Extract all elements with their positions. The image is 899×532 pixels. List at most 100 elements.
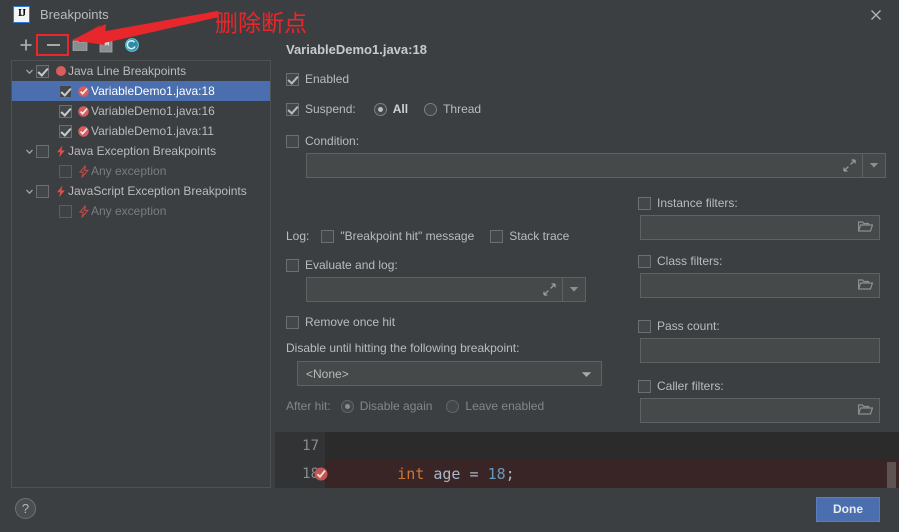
caller-filters-label: Caller filters: (657, 379, 724, 393)
suspend-label: Suspend: (305, 102, 356, 116)
remove-once-hit-row[interactable]: Remove once hit (286, 315, 395, 329)
pass-count-checkbox[interactable] (638, 319, 651, 333)
condition-row[interactable]: Condition: (286, 134, 359, 148)
caller-filters-input[interactable] (640, 398, 880, 423)
breakpoints-tree[interactable]: Java Line Breakpoints VariableDemo1.java… (11, 60, 271, 488)
mute-breakpoints-icon (125, 38, 139, 52)
condition-input[interactable] (306, 153, 886, 178)
tree-item-checkbox[interactable] (59, 204, 72, 218)
tree-item-any-exception-js[interactable]: Any exception (12, 201, 270, 221)
chevron-down-icon (581, 367, 592, 381)
instance-filters-row[interactable]: Instance filters: (638, 196, 738, 210)
tree-group-javascript-exception-breakpoints[interactable]: JavaScript Exception Breakpoints (12, 181, 270, 201)
suspend-thread-label: Thread (443, 102, 482, 116)
remove-once-hit-label: Remove once hit (305, 315, 396, 329)
caller-filters-checkbox[interactable] (638, 379, 651, 393)
tree-group-java-line-breakpoints[interactable]: Java Line Breakpoints (12, 61, 270, 81)
code-preview[interactable]: 17 18 int age = 18; (275, 432, 899, 488)
help-button[interactable]: ? (15, 498, 36, 519)
pass-count-row[interactable]: Pass count: (638, 319, 720, 333)
after-hit-disable-again-radio[interactable] (340, 399, 354, 413)
class-filters-row[interactable]: Class filters: (638, 254, 722, 268)
tree-item-label: VariableDemo1.java:11 (91, 124, 214, 138)
breakpoint-title: VariableDemo1.java:18 (286, 42, 427, 57)
log-stack-trace-label: Stack trace (509, 229, 570, 243)
breakpoints-toolbar (0, 32, 280, 58)
after-hit-row[interactable]: After hit: Disable again Leave enabled (286, 399, 544, 413)
remove-breakpoint-button[interactable] (41, 33, 65, 57)
red-circle-breakpoint-icon (53, 65, 68, 77)
evaluate-and-log-checkbox[interactable] (286, 258, 299, 272)
folder-icon (72, 39, 88, 51)
pass-count-label: Pass count: (657, 319, 720, 333)
tree-item-label: Any exception (91, 164, 167, 178)
group-breakpoints-button[interactable] (68, 33, 92, 57)
expand-editor-icon[interactable] (536, 278, 562, 301)
code-number: 18 (487, 465, 506, 483)
chevron-down-icon[interactable] (22, 141, 36, 161)
breakpoint-details-pane: VariableDemo1.java:18 Enabled Suspend: A… (280, 36, 892, 426)
done-button[interactable]: Done (816, 497, 880, 522)
condition-checkbox[interactable] (286, 134, 299, 148)
add-breakpoint-button[interactable] (14, 33, 38, 57)
tree-item-checkbox[interactable] (59, 104, 72, 118)
tree-group-java-exception-breakpoints[interactable]: Java Exception Breakpoints (12, 141, 270, 161)
instance-filters-input[interactable] (640, 215, 880, 240)
remove-once-hit-checkbox[interactable] (286, 315, 299, 329)
disable-until-value: <None> (306, 366, 349, 381)
folder-icon[interactable] (857, 220, 874, 235)
folder-icon[interactable] (857, 278, 874, 293)
mute-breakpoints-button[interactable] (120, 33, 144, 57)
breakpoints-dialog: IJ Breakpoints Java Line Breakpoints Var… (0, 0, 899, 532)
tree-item-variabledemo1-16[interactable]: VariableDemo1.java:16 (12, 101, 270, 121)
tree-group-checkbox[interactable] (36, 144, 49, 158)
tree-item-checkbox[interactable] (59, 124, 72, 138)
code-operator: = (460, 465, 488, 483)
pass-count-input[interactable] (640, 338, 880, 363)
class-filters-label: Class filters: (657, 254, 723, 268)
log-row[interactable]: Log: "Breakpoint hit" message Stack trac… (286, 229, 569, 243)
tree-group-checkbox[interactable] (36, 184, 49, 198)
expand-editor-icon[interactable] (836, 154, 862, 177)
tree-item-variabledemo1-11[interactable]: VariableDemo1.java:11 (12, 121, 270, 141)
enabled-checkbox[interactable] (286, 72, 299, 86)
close-icon[interactable] (867, 6, 885, 24)
class-filters-checkbox[interactable] (638, 254, 651, 268)
chevron-down-icon (569, 287, 579, 292)
evaluate-and-log-row[interactable]: Evaluate and log: (286, 258, 398, 272)
code-gutter-17: 17 (275, 432, 325, 460)
log-stack-trace-checkbox[interactable] (490, 229, 504, 243)
suspend-thread-radio[interactable] (424, 102, 438, 116)
suspend-checkbox[interactable] (286, 102, 299, 116)
class-filters-input[interactable] (640, 273, 880, 298)
enabled-label: Enabled (305, 72, 350, 86)
suspend-all-radio[interactable] (373, 102, 387, 116)
edit-description-button[interactable] (94, 33, 118, 57)
tree-group-label: Java Exception Breakpoints (68, 144, 217, 158)
tree-item-variabledemo1-18[interactable]: VariableDemo1.java:18 (12, 81, 270, 101)
code-identifier: age (433, 465, 461, 483)
enabled-row[interactable]: Enabled (286, 72, 349, 86)
chevron-down-icon[interactable] (22, 181, 36, 201)
line-breakpoint-icon (76, 125, 91, 138)
tree-item-checkbox[interactable] (59, 164, 72, 178)
tree-item-checkbox[interactable] (59, 84, 72, 98)
instance-filters-checkbox[interactable] (638, 196, 651, 210)
disable-until-combo[interactable]: <None> (297, 361, 602, 386)
disable-until-label: Disable until hitting the following brea… (286, 341, 520, 355)
after-hit-leave-enabled-radio[interactable] (446, 399, 460, 413)
line-breakpoint-icon[interactable] (313, 466, 329, 486)
caller-filters-row[interactable]: Caller filters: (638, 379, 724, 393)
log-breakpoint-hit-checkbox[interactable] (321, 229, 335, 243)
condition-dropdown-button[interactable] (862, 154, 885, 177)
folder-icon[interactable] (857, 403, 874, 418)
tree-group-checkbox[interactable] (36, 64, 49, 78)
tree-item-any-exception-java[interactable]: Any exception (12, 161, 270, 181)
evaluate-and-log-input[interactable] (306, 277, 586, 302)
lightning-breakpoint-icon (53, 185, 68, 198)
code-preview-scrollbar[interactable] (887, 462, 896, 488)
evaluate-and-log-dropdown-button[interactable] (562, 278, 585, 301)
chevron-down-icon[interactable] (22, 61, 36, 81)
suspend-row[interactable]: Suspend: All Thread (286, 102, 481, 116)
